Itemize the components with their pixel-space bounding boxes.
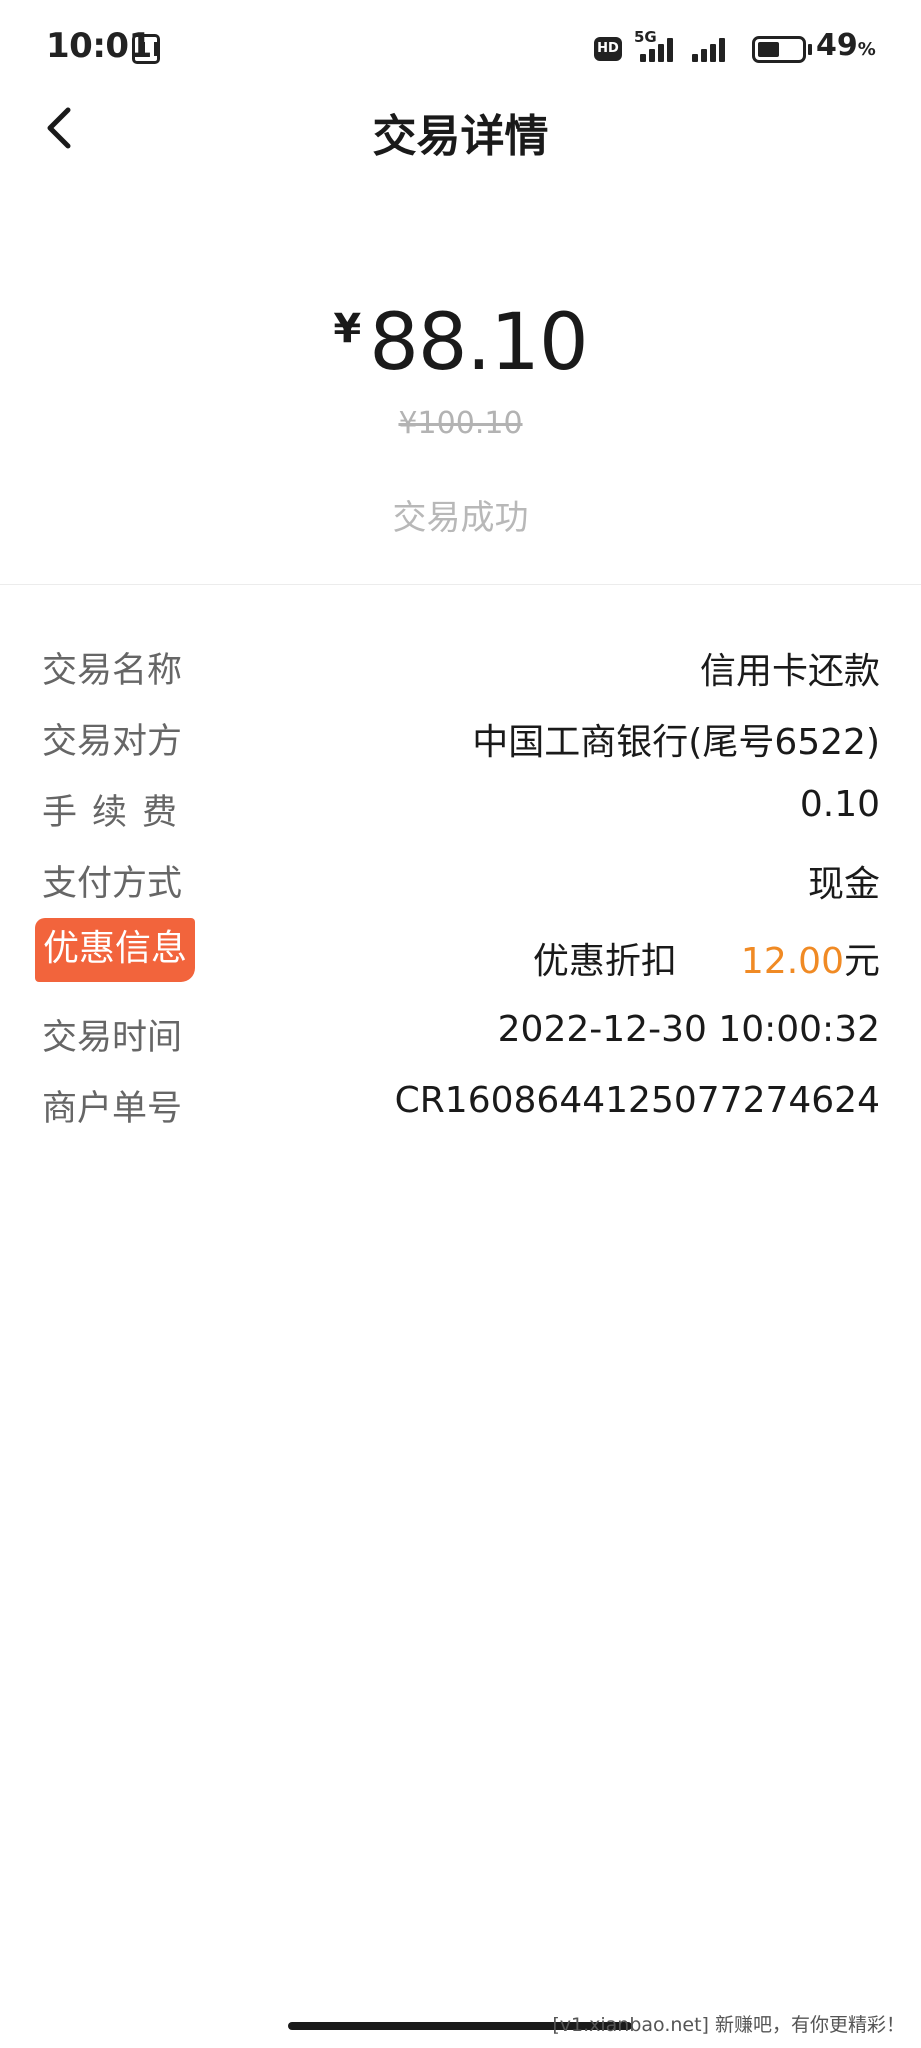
signal-strength-icon bbox=[690, 36, 734, 62]
counterparty-value: 中国工商银行(尾号6522) bbox=[472, 722, 880, 763]
battery-tip bbox=[808, 44, 812, 55]
fee-value: 0.10 bbox=[799, 784, 880, 825]
currency-symbol: ¥ bbox=[333, 306, 362, 352]
section-divider bbox=[0, 584, 921, 585]
promo-unit: 元 bbox=[843, 941, 880, 982]
merchant-order-value[interactable]: CR1608644125077274624 bbox=[395, 1080, 880, 1121]
trade-status: 交易成功 bbox=[392, 498, 529, 538]
fee-label: 手续费 bbox=[42, 793, 193, 833]
detail-row-promo: 优惠信息 优惠折扣 12.00元 bbox=[35, 918, 880, 984]
payment-method-value: 现金 bbox=[807, 864, 880, 905]
promo-name: 优惠折扣 bbox=[532, 941, 677, 982]
signal-strength-icon bbox=[636, 36, 680, 62]
promo-badge: 优惠信息 bbox=[35, 918, 196, 982]
hd-voice-icon: HD bbox=[594, 37, 622, 61]
amount-value: 88.10 bbox=[369, 298, 588, 388]
battery-percent: 49% bbox=[816, 28, 876, 63]
battery-level-fill bbox=[758, 42, 779, 57]
nfc-icon bbox=[132, 34, 160, 64]
trade-time-label: 交易时间 bbox=[42, 1018, 183, 1058]
counterparty-label: 交易对方 bbox=[42, 722, 183, 762]
trade-time-value: 2022-12-30 10:00:32 bbox=[497, 1009, 880, 1050]
status-bar: 10:01 HD 5G 49% bbox=[0, 0, 921, 96]
page-title: 交易详情 bbox=[372, 111, 549, 162]
watermark-text: [v1.xianbao.net] 新赚吧，有你更精彩！ bbox=[552, 2014, 905, 2036]
trade-name-label: 交易名称 bbox=[42, 651, 183, 691]
battery-icon bbox=[752, 36, 806, 63]
detail-row-payment-method: 支付方式 现金 bbox=[42, 851, 880, 907]
payment-method-label: 支付方式 bbox=[42, 864, 183, 904]
detail-row-merchant-order: 商户单号 CR1608644125077274624 bbox=[42, 1076, 880, 1132]
detail-row-trade-name: 交易名称 信用卡还款 bbox=[42, 638, 880, 694]
detail-row-fee: 手续费 0.10 bbox=[42, 780, 880, 836]
merchant-order-label: 商户单号 bbox=[42, 1089, 183, 1129]
promo-value: 优惠折扣 12.00元 bbox=[533, 932, 880, 984]
promo-amount: 12.00 bbox=[740, 941, 844, 982]
amount-display: ¥88.10 bbox=[0, 298, 921, 388]
trade-name-value: 信用卡还款 bbox=[699, 651, 880, 692]
detail-row-counterparty: 交易对方 中国工商银行(尾号6522) bbox=[42, 709, 880, 765]
detail-row-trade-time: 交易时间 2022-12-30 10:00:32 bbox=[42, 1005, 880, 1061]
original-amount: ¥100.10 bbox=[398, 406, 523, 441]
